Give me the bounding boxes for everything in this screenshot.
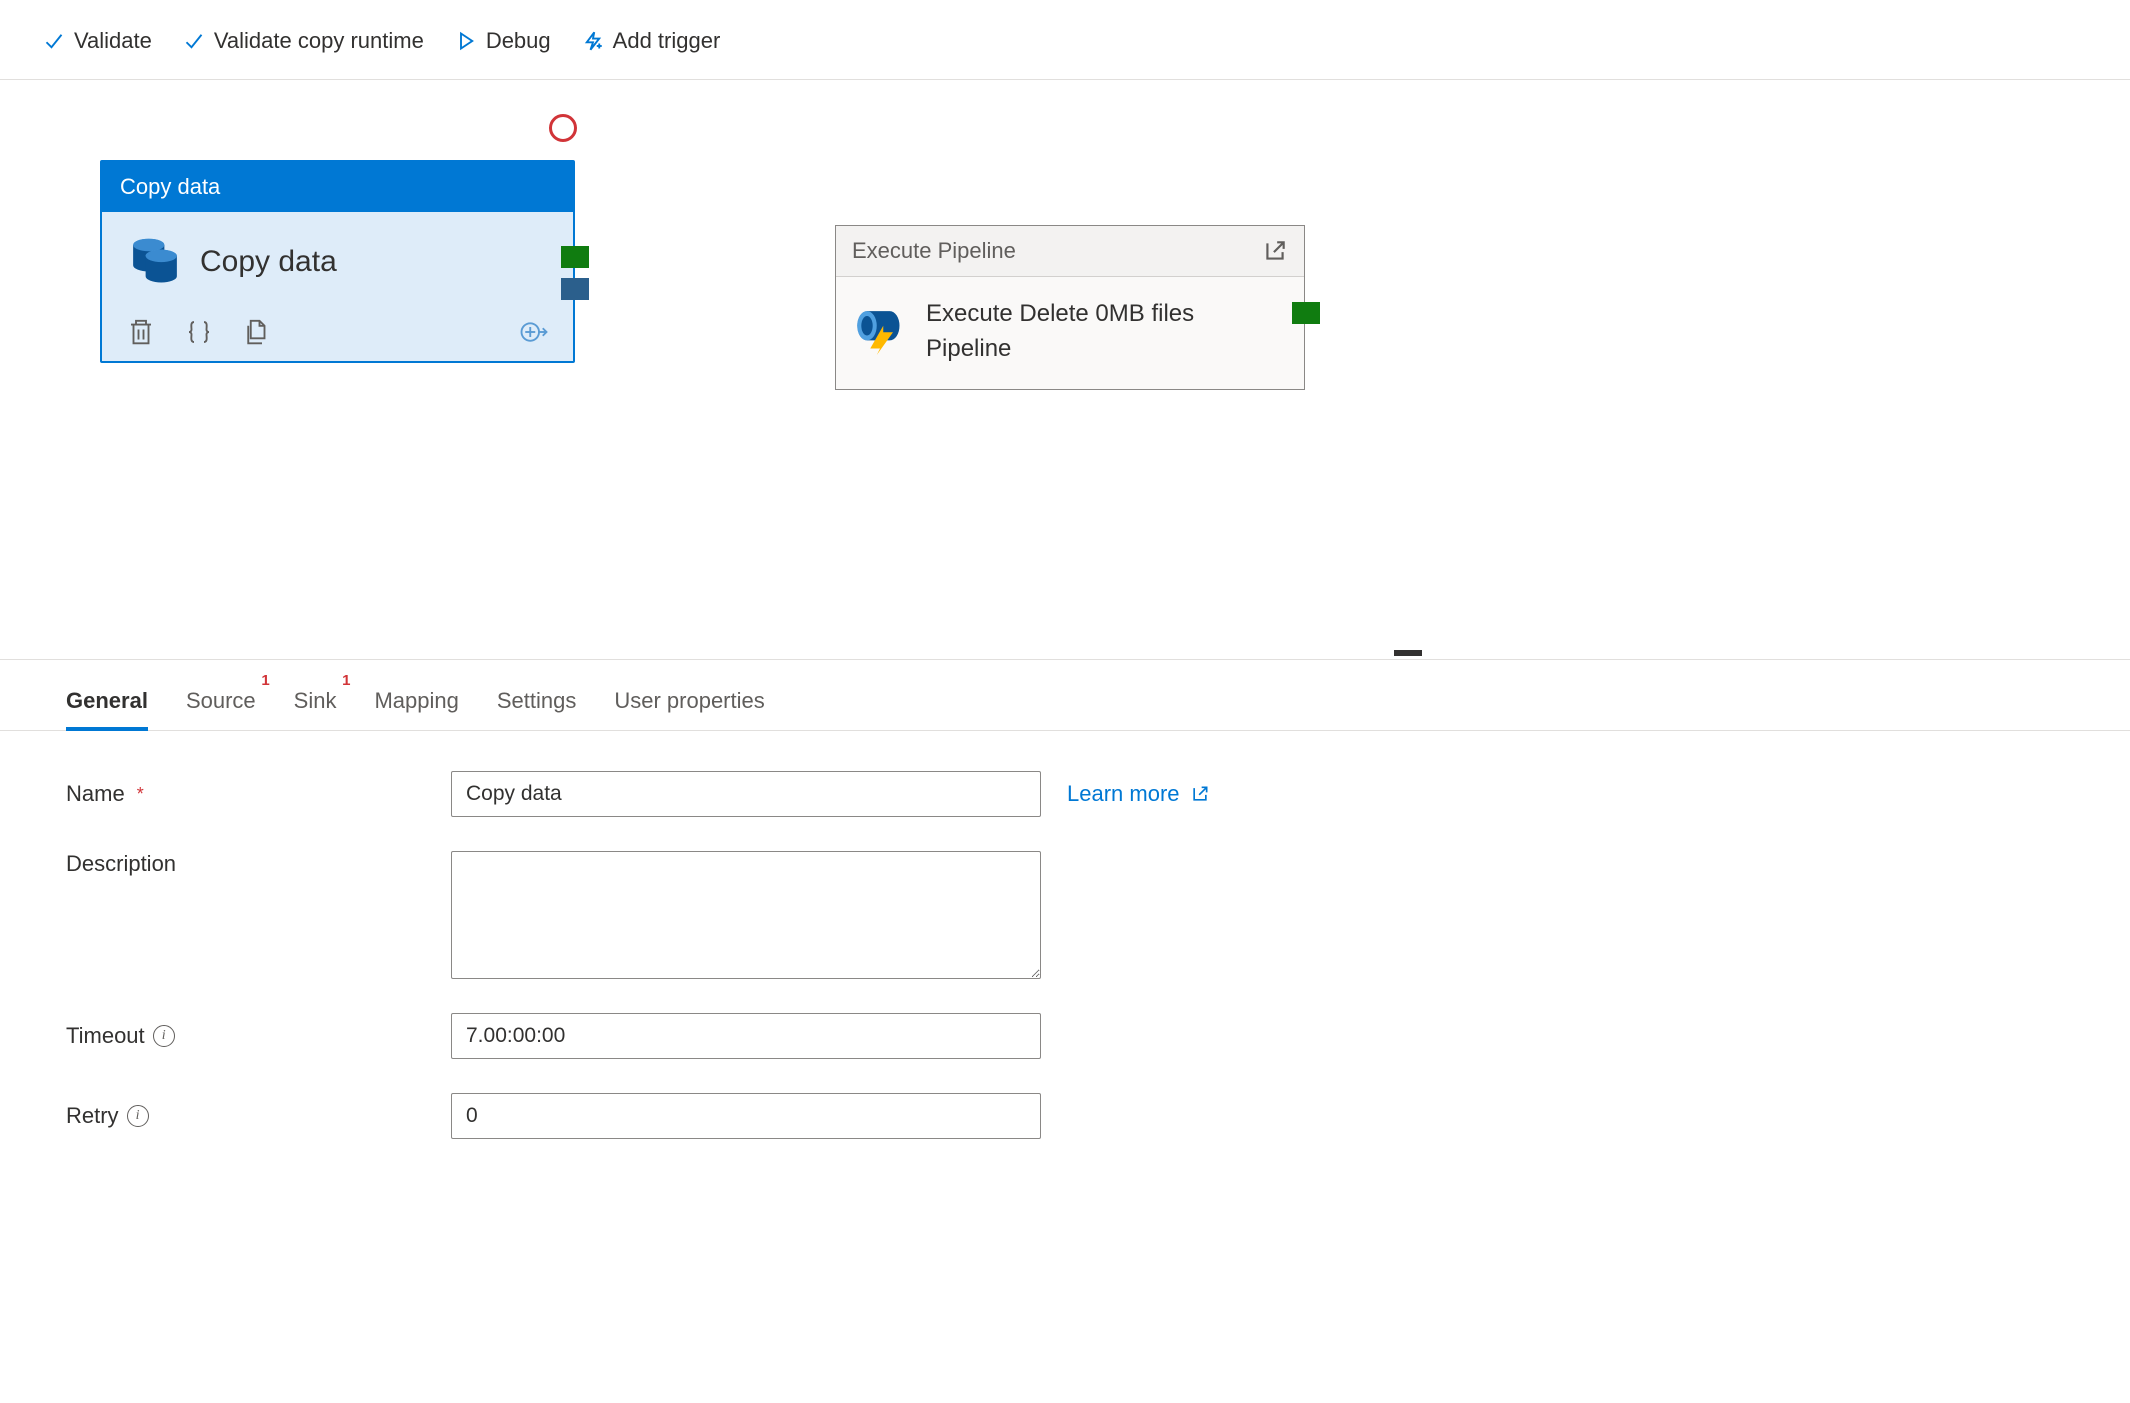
checkmark-icon	[44, 31, 64, 51]
validate-label: Validate	[74, 28, 152, 54]
retry-label: Retry i	[66, 1103, 451, 1129]
description-input[interactable]	[451, 851, 1041, 979]
pipeline-icon	[854, 303, 906, 360]
timeout-input[interactable]	[451, 1013, 1041, 1059]
tab-user-properties[interactable]: User properties	[614, 688, 764, 730]
open-external-icon	[1190, 784, 1210, 804]
info-icon[interactable]: i	[127, 1105, 149, 1127]
activity-title: Copy data	[200, 245, 337, 279]
name-label: Name*	[66, 781, 451, 807]
name-input[interactable]	[451, 771, 1041, 817]
learn-more-link[interactable]: Learn more	[1067, 781, 1210, 807]
add-trigger-label: Add trigger	[613, 28, 721, 54]
copy-icon[interactable]	[242, 317, 272, 347]
info-icon[interactable]: i	[153, 1025, 175, 1047]
pipeline-toolbar: Validate Validate copy runtime Debug Add…	[0, 0, 2130, 80]
source-error-badge: 1	[261, 672, 269, 689]
sink-error-badge: 1	[342, 672, 350, 689]
validate-copy-runtime-button[interactable]: Validate copy runtime	[184, 28, 424, 54]
add-trigger-button[interactable]: Add trigger	[583, 28, 721, 54]
tab-general[interactable]: General	[66, 688, 148, 730]
completion-output-handle[interactable]	[561, 278, 589, 300]
database-icon	[130, 234, 180, 289]
debug-label: Debug	[486, 28, 551, 54]
open-external-icon[interactable]	[1262, 238, 1288, 264]
properties-tabs: General Source 1 Sink 1 Mapping Settings…	[0, 660, 2130, 731]
pane-resize-handle[interactable]	[1394, 650, 1422, 656]
validate-copy-runtime-label: Validate copy runtime	[214, 28, 424, 54]
copy-data-activity[interactable]: Copy data Copy data	[100, 160, 575, 363]
add-output-icon[interactable]	[519, 317, 549, 347]
description-label: Description	[66, 851, 451, 877]
lightning-icon	[583, 31, 603, 51]
activity-header-label: Execute Pipeline	[852, 238, 1016, 264]
execute-pipeline-activity[interactable]: Execute Pipeline Execute Delete 0MB file…	[835, 225, 1305, 390]
success-output-handle[interactable]	[1292, 302, 1320, 324]
tab-source-label: Source	[186, 688, 256, 713]
activity-body: Copy data	[102, 212, 573, 361]
retry-input[interactable]	[451, 1093, 1041, 1139]
validate-button[interactable]: Validate	[44, 28, 152, 54]
activity-title: Execute Delete 0MB files Pipeline	[926, 297, 1286, 367]
tab-sink-label: Sink	[294, 688, 337, 713]
success-output-handle[interactable]	[561, 246, 589, 268]
breakpoint-indicator[interactable]	[549, 114, 577, 142]
timeout-label: Timeout i	[66, 1023, 451, 1049]
play-icon	[456, 31, 476, 51]
braces-icon[interactable]	[184, 317, 214, 347]
tab-settings[interactable]: Settings	[497, 688, 577, 730]
debug-button[interactable]: Debug	[456, 28, 551, 54]
general-properties-form: Name* Learn more Description Timeout i R…	[0, 731, 2130, 1213]
tab-sink[interactable]: Sink 1	[294, 688, 337, 730]
tab-mapping[interactable]: Mapping	[374, 688, 458, 730]
pipeline-canvas[interactable]: Copy data Copy data	[0, 80, 2130, 660]
checkmark-icon	[184, 31, 204, 51]
required-indicator: *	[137, 784, 144, 805]
tab-source[interactable]: Source 1	[186, 688, 256, 730]
delete-icon[interactable]	[126, 317, 156, 347]
activity-header: Copy data	[102, 162, 573, 212]
